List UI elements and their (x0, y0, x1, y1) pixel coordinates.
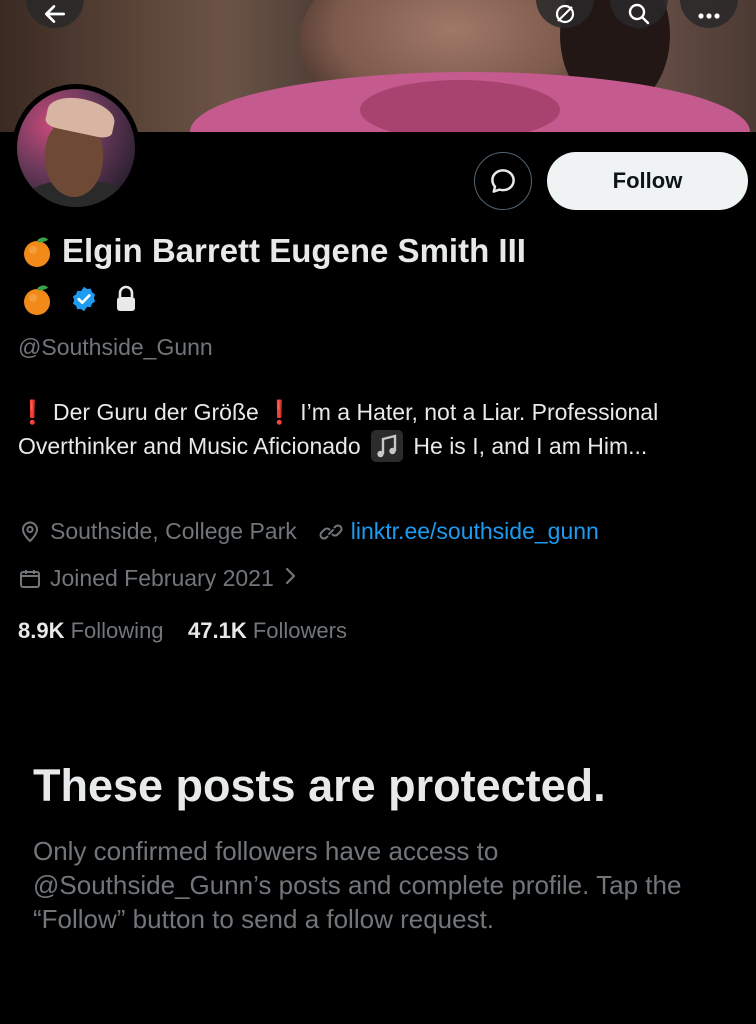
followers-stat[interactable]: 47.1K Followers (188, 618, 347, 643)
orange-emoji-icon (24, 237, 50, 267)
following-count: 8.9K (18, 618, 65, 643)
display-name-row: Elgin Barrett Eugene Smith III (20, 232, 740, 270)
orange-emoji-icon (24, 285, 50, 315)
protected-message: Only confirmed followers have access to … (33, 836, 682, 934)
lock-icon (117, 285, 135, 311)
handle: @Southside_Gunn (18, 334, 213, 360)
music-note-icon (371, 430, 404, 462)
followers-label: Followers (252, 618, 347, 643)
chevron-right-icon (284, 565, 298, 592)
message-button[interactable] (474, 152, 532, 210)
exclamation-icon: ❗ (265, 399, 294, 425)
banner-photo-collar (360, 80, 560, 132)
bio-part-3: He is I, and I am Him... (413, 433, 648, 459)
website-link[interactable]: linktr.ee/southside_gunn (351, 518, 599, 545)
link-icon (319, 520, 343, 544)
following-stat[interactable]: 8.9K Following (18, 618, 164, 643)
search-icon (628, 3, 650, 25)
avatar-photo (17, 89, 135, 207)
follow-button[interactable]: Follow (547, 152, 748, 210)
profile-meta-row: Southside, College Park linktr.ee/souths… (18, 518, 599, 545)
more-icon (698, 13, 720, 19)
exclamation-icon: ❗ (18, 399, 47, 425)
avatar[interactable] (12, 84, 140, 212)
following-label: Following (70, 618, 164, 643)
name-badges (20, 282, 138, 316)
protected-title: These posts are protected. (33, 760, 606, 811)
grok-icon (555, 4, 575, 24)
followers-count: 47.1K (188, 618, 247, 643)
joined-row[interactable]: Joined February 2021 (18, 565, 298, 592)
calendar-icon (18, 567, 42, 591)
joined-date: Joined February 2021 (50, 565, 274, 591)
back-arrow-icon (44, 5, 66, 23)
follow-stats: 8.9K Following 47.1K Followers (18, 618, 347, 644)
bio-part-1: Der Guru der Größe (53, 399, 259, 425)
location-icon (18, 520, 42, 544)
message-icon (491, 169, 515, 193)
location: Southside, College Park (50, 518, 297, 544)
display-name: Elgin Barrett Eugene Smith III (62, 232, 526, 269)
bio: ❗ Der Guru der Größe ❗ I’m a Hater, not … (18, 395, 743, 463)
verified-badge-icon[interactable] (70, 285, 98, 313)
